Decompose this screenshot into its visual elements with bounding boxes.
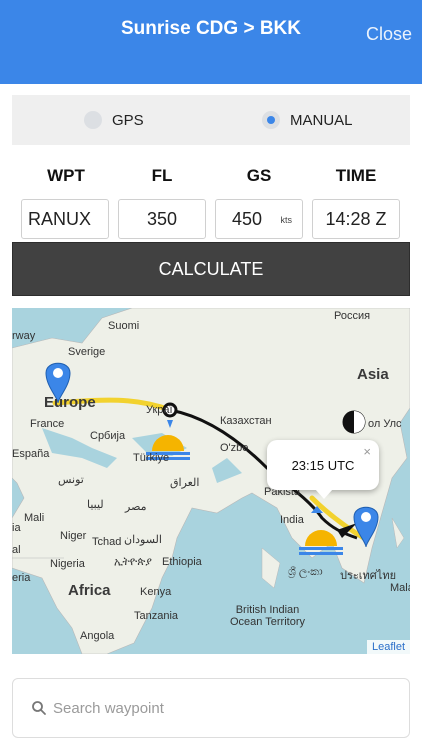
map-label-egypt: مصر (125, 501, 147, 513)
time-header: TIME (335, 166, 377, 185)
map-label-india: India (280, 514, 304, 526)
search-bar[interactable] (12, 678, 410, 738)
manual-label: MANUAL (290, 111, 353, 129)
wpt-field[interactable]: RANUX (21, 199, 109, 239)
map-label-africa: Africa (68, 582, 111, 599)
map-label-nigeria: Nigeria (50, 558, 85, 570)
map-label-ia: ia (12, 522, 21, 534)
search-input[interactable] (53, 699, 373, 717)
map-label-suomi: Suomi (108, 320, 140, 332)
map-label-sverige: Sverige (68, 346, 106, 358)
map-label-asia: Asia (357, 366, 389, 383)
map-label-russia: Россия (334, 310, 371, 322)
map-label-thailand: ประเทศไทย (340, 570, 397, 582)
manual-radio-selected-icon (262, 111, 280, 129)
map-label-chad: Tchad (92, 536, 122, 548)
route-map[interactable]: Россия Suomi rway Sverige Asia Europe Ук… (12, 308, 410, 654)
fl-header: FL (151, 166, 173, 185)
fl-field[interactable]: 350 (118, 199, 206, 239)
popup-close-icon[interactable]: × (363, 444, 371, 459)
manual-radio[interactable]: MANUAL (262, 95, 353, 145)
map-label-iraq: العراق (170, 477, 200, 489)
gs-value: 450 (232, 208, 263, 229)
map-label-biot: British Indian Ocean Territory (230, 604, 305, 628)
gs-field[interactable]: 450 kts (215, 199, 303, 239)
map-attribution-link[interactable]: Leaflet (366, 640, 410, 654)
map-label-al: al (12, 544, 21, 556)
app-header: Sunrise CDG > BKK Close (0, 0, 422, 84)
map-label-serbia: Србија (90, 430, 126, 442)
map-label-norway: rway (12, 330, 36, 342)
map-label-uzbekistan: O'zbe (220, 442, 249, 454)
search-icon (32, 701, 46, 715)
gs-header: GS (246, 166, 272, 185)
map-label-niger: Niger (60, 530, 87, 542)
time-popup: 23:15 UTC × (267, 440, 379, 499)
map-label-mali: Mali (24, 512, 45, 524)
gps-radio-icon (84, 111, 102, 129)
close-button[interactable]: Close (366, 24, 412, 45)
gs-unit: kts (280, 215, 292, 225)
map-label-france: France (30, 418, 65, 430)
map-label-kenya: Kenya (140, 586, 172, 598)
time-field[interactable]: 14:28 Z (312, 199, 400, 239)
page-title: Sunrise CDG > BKK (120, 18, 301, 39)
mode-selector: GPS MANUAL (12, 95, 410, 145)
gps-radio[interactable]: GPS (84, 95, 144, 145)
map-label-tunisia: تونس (58, 474, 84, 486)
gps-label: GPS (112, 111, 144, 129)
map-label-mongolia: ол Улс (368, 418, 402, 430)
popup-time: 23:15 UTC (291, 457, 355, 473)
map-label-angola: Angola (80, 630, 115, 642)
map-label-tanzania: Tanzania (134, 610, 179, 622)
map-label-ukraine: Украї (146, 404, 173, 416)
calculate-button[interactable]: CALCULATE (12, 242, 410, 296)
map-label-turkey: Türkiye (133, 452, 170, 464)
map-label-eria: eria (12, 572, 31, 584)
map-label-sri-lanka: ශ්‍රී ලංකා (288, 566, 323, 578)
map-label-libya: ليبيا (87, 499, 104, 511)
map-label-kazakhstan: Казахстан (220, 415, 272, 427)
map-label-malaysia: Malay (390, 582, 410, 594)
map-label-ethiopia: Ethiopia (162, 556, 202, 568)
map-label-europe: Europe (44, 394, 96, 411)
map-label-ethiopia-am: ኢትዮጵያ (114, 556, 152, 568)
map-label-espana: España (12, 448, 50, 460)
map-label-sudan: السودان (124, 534, 162, 546)
wpt-header: WPT (47, 166, 85, 185)
